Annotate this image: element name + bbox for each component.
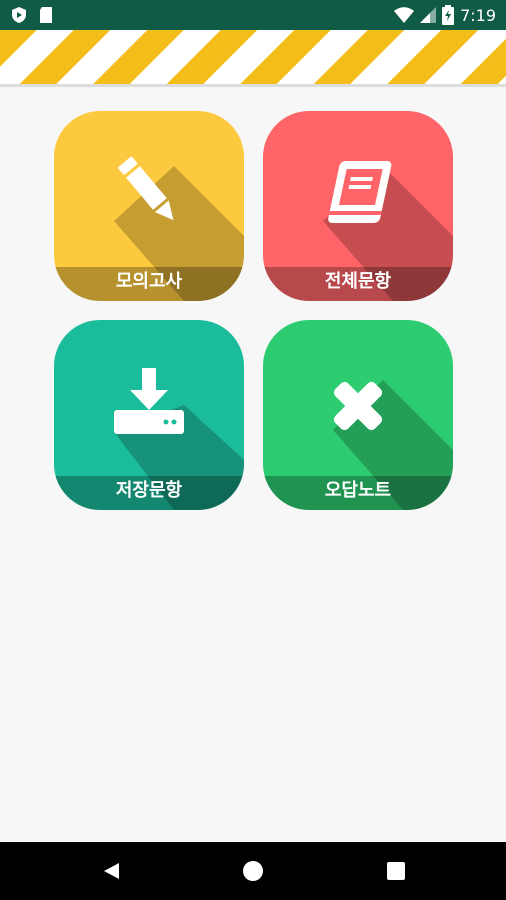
mock-exam-tile[interactable]: 모의고사 [54,111,244,301]
wrong-answer-note-label: 오답노트 [263,476,453,510]
cell-signal-icon [420,7,437,23]
shield-app-icon [12,7,26,23]
status-time: 7:19 [460,5,496,25]
wrong-answer-note-tile[interactable]: 오답노트 [263,320,453,510]
mock-exam-label: 모의고사 [54,267,244,301]
sd-card-icon [40,7,52,23]
battery-icon [442,5,455,25]
all-questions-label: 전체문항 [263,267,453,301]
saved-questions-tile[interactable]: 저장문항 [54,320,244,510]
recents-icon[interactable] [386,861,406,881]
hazard-stripe-banner [0,30,506,87]
all-questions-tile[interactable]: 전체문항 [263,111,453,301]
navigation-bar [0,842,506,900]
status-bar: 7:19 [0,0,506,30]
back-icon[interactable] [101,861,121,881]
wifi-icon [394,7,415,23]
saved-questions-label: 저장문항 [54,476,244,510]
home-icon[interactable] [243,861,263,881]
